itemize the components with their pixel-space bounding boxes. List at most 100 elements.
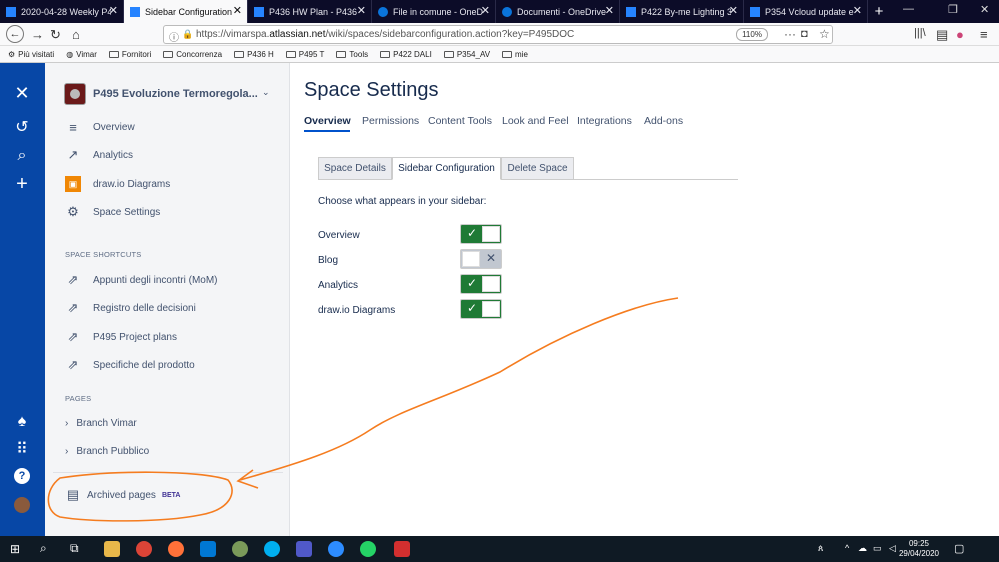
onedrive-tray-icon[interactable]: ☁ bbox=[858, 543, 867, 554]
whatsapp-icon[interactable] bbox=[360, 541, 376, 557]
sidebar-item-analytics[interactable]: ↗ Analytics bbox=[65, 145, 133, 165]
outlook-icon[interactable] bbox=[200, 541, 216, 557]
url-bar[interactable]: ⓘ 🔒 https://vimarspa.atlassian.net/wiki/… bbox=[163, 25, 833, 44]
subtab-space-details[interactable]: Space Details bbox=[318, 157, 392, 180]
drawio-toggle[interactable]: ✓ bbox=[460, 299, 502, 319]
overview-toggle[interactable]: ✓ bbox=[460, 224, 502, 244]
space-avatar[interactable] bbox=[64, 83, 86, 105]
subtab-delete-space[interactable]: Delete Space bbox=[501, 157, 574, 180]
help-icon[interactable]: ? bbox=[14, 468, 30, 484]
notification-center-icon[interactable]: ▢ bbox=[954, 542, 964, 555]
chevron-right-icon[interactable]: › bbox=[65, 446, 68, 457]
bookmark-item[interactable]: Concorrenza bbox=[163, 50, 222, 59]
tab-content-tools[interactable]: Content Tools bbox=[428, 115, 492, 127]
sidebar-toggle-icon[interactable]: ▤ bbox=[936, 27, 948, 43]
bookmark-item[interactable]: P354_AV bbox=[443, 50, 490, 59]
shortcut-item[interactable]: ⇗ P495 Project plans bbox=[65, 327, 177, 347]
forward-icon[interactable]: → bbox=[31, 27, 44, 42]
firefox-icon[interactable] bbox=[168, 541, 184, 557]
bookmark-item[interactable]: Tools bbox=[336, 50, 368, 59]
close-window-icon[interactable]: ✕ bbox=[980, 3, 989, 16]
close-icon[interactable]: ✕ bbox=[605, 4, 614, 17]
bookmark-item[interactable]: P495 T bbox=[285, 50, 324, 59]
page-tree-item[interactable]: › Branch Pubblico bbox=[65, 441, 149, 461]
pocket-icon[interactable]: ◘ bbox=[801, 28, 808, 40]
browser-tab[interactable]: Documenti - OneDrive ✕ bbox=[496, 0, 620, 23]
create-icon[interactable]: + bbox=[12, 174, 32, 194]
shortcut-item[interactable]: ⇗ Registro delle decisioni bbox=[65, 298, 196, 318]
folder-icon bbox=[108, 50, 119, 58]
info-icon[interactable]: ⓘ bbox=[169, 29, 179, 44]
shortcut-item[interactable]: ⇗ Appunti degli incontri (MoM) bbox=[65, 270, 218, 290]
blog-toggle[interactable]: ✕ bbox=[460, 249, 502, 269]
bookmark-item[interactable]: P436 H bbox=[234, 50, 274, 59]
volume-icon[interactable]: ◁ bbox=[889, 543, 896, 554]
browser-tab-active[interactable]: Sidebar Configuration - ✕ bbox=[124, 0, 248, 23]
acrobat-icon[interactable] bbox=[394, 541, 410, 557]
app-switcher-icon[interactable]: ⠿ bbox=[12, 440, 32, 460]
browser-tab[interactable]: P436 HW Plan - P436 Pr ✕ bbox=[248, 0, 372, 23]
browser-tab[interactable]: P354 Vcloud update e A ✕ bbox=[744, 0, 868, 23]
bookmark-star-icon[interactable]: ☆ bbox=[819, 27, 830, 41]
close-icon[interactable]: ✕ bbox=[729, 4, 738, 17]
file-explorer-icon[interactable] bbox=[104, 541, 120, 557]
windows-start-icon[interactable]: ⊞ bbox=[10, 542, 20, 556]
shortcut-item[interactable]: ⇗ Specifiche del prodotto bbox=[65, 355, 195, 375]
close-icon[interactable]: ✕ bbox=[481, 4, 490, 17]
zoom-icon[interactable] bbox=[328, 541, 344, 557]
library-icon[interactable]: |||\ bbox=[914, 27, 926, 39]
confluence-logo-icon[interactable]: ✕ bbox=[12, 83, 32, 103]
bookmark-item[interactable]: ⚙ Più visitati bbox=[8, 50, 54, 59]
browser-tab[interactable]: File in comune - OneDriv ✕ bbox=[372, 0, 496, 23]
notifications-icon[interactable]: ♠ bbox=[12, 412, 32, 432]
avatar[interactable] bbox=[14, 497, 30, 513]
close-icon[interactable]: ✕ bbox=[853, 4, 862, 17]
tab-look-and-feel[interactable]: Look and Feel bbox=[502, 115, 569, 127]
extension-icon[interactable]: ● bbox=[956, 27, 964, 42]
search-icon[interactable]: ⌕ bbox=[40, 541, 47, 556]
tab-permissions[interactable]: Permissions bbox=[362, 115, 419, 127]
recent-icon[interactable]: ↺ bbox=[12, 118, 32, 138]
tray-chevron-icon[interactable]: ^ bbox=[845, 543, 849, 553]
close-icon[interactable]: ✕ bbox=[109, 4, 118, 17]
space-name[interactable]: P495 Evoluzione Termoregola... bbox=[93, 88, 258, 100]
tab-integrations[interactable]: Integrations bbox=[577, 115, 632, 127]
page-actions-icon[interactable]: ··· bbox=[784, 27, 796, 41]
browser-tab[interactable]: P422 By-me Lighting 3.0 ✕ bbox=[620, 0, 744, 23]
close-icon[interactable]: ✕ bbox=[357, 4, 366, 17]
zoom-indicator[interactable]: 110% bbox=[736, 28, 768, 41]
app-icon[interactable] bbox=[232, 541, 248, 557]
restore-icon[interactable]: ❐ bbox=[948, 3, 958, 16]
search-icon[interactable]: ⌕ bbox=[12, 146, 32, 166]
new-tab-button[interactable]: + bbox=[868, 0, 890, 23]
menu-icon[interactable]: ≡ bbox=[980, 27, 988, 42]
page-tree-item[interactable]: › Branch Vimar bbox=[65, 413, 137, 433]
reload-icon[interactable]: ↻ bbox=[50, 27, 61, 43]
system-clock[interactable]: 09:25 29/04/2020 bbox=[899, 539, 939, 559]
subtab-sidebar-configuration[interactable]: Sidebar Configuration bbox=[392, 157, 501, 180]
battery-icon[interactable]: ▭ bbox=[873, 543, 882, 554]
sidebar-item-overview[interactable]: ≡ Overview bbox=[65, 117, 134, 137]
people-icon[interactable]: ጰ bbox=[818, 543, 823, 554]
bookmark-item[interactable]: ◍ Vimar bbox=[66, 50, 97, 59]
analytics-toggle[interactable]: ✓ bbox=[460, 274, 502, 294]
browser-tab[interactable]: 2020-04-28 Weekly P436✕ bbox=[0, 0, 124, 23]
tab-add-ons[interactable]: Add-ons bbox=[644, 115, 683, 127]
back-icon[interactable]: ← bbox=[6, 25, 24, 43]
bookmark-item[interactable]: Fornitori bbox=[108, 50, 151, 59]
tab-overview[interactable]: Overview bbox=[304, 115, 351, 127]
skype-icon[interactable] bbox=[264, 541, 280, 557]
close-icon[interactable]: ✕ bbox=[233, 4, 242, 17]
chrome-icon[interactable] bbox=[136, 541, 152, 557]
bookmark-item[interactable]: mie bbox=[502, 50, 528, 59]
sidebar-item-space-settings[interactable]: ⚙ Space Settings bbox=[65, 202, 160, 222]
home-icon[interactable]: ⌂ bbox=[72, 27, 80, 42]
chevron-down-icon[interactable]: ⌄ bbox=[262, 87, 270, 98]
minimize-icon[interactable]: — bbox=[903, 3, 914, 15]
sidebar-item-drawio[interactable]: ▣ draw.io Diagrams bbox=[65, 174, 170, 194]
chevron-right-icon[interactable]: › bbox=[65, 418, 68, 429]
archived-pages-link[interactable]: ▤ Archived pages BETA bbox=[65, 485, 181, 505]
teams-icon[interactable] bbox=[296, 541, 312, 557]
task-view-icon[interactable]: ⧉ bbox=[70, 541, 79, 556]
bookmark-item[interactable]: P422 DALI bbox=[380, 50, 432, 59]
